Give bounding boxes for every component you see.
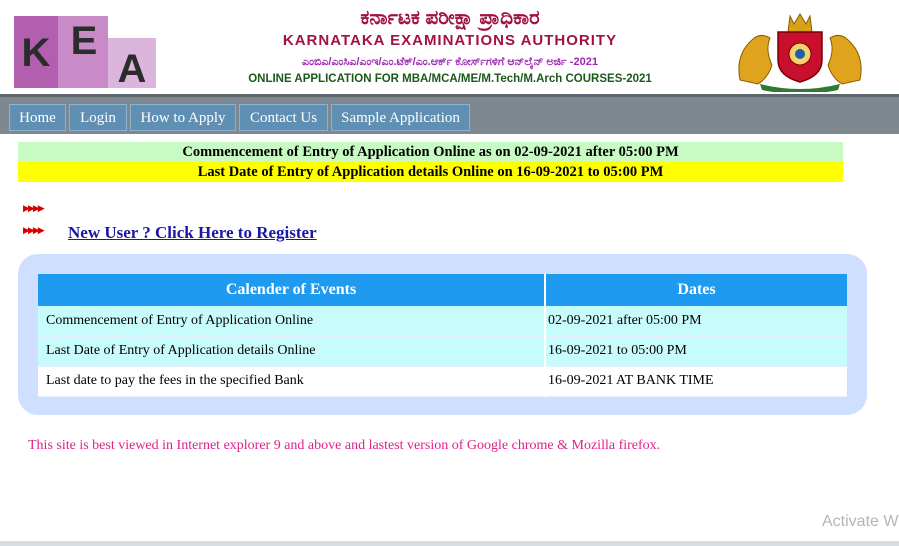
browser-compatibility-note: This site is best viewed in Internet exp… (28, 438, 661, 453)
title-kannada: ಕರ್ನಾಟಕ ಪರೀಕ್ಷಾ ಪ್ರಾಧಿಕಾರ (360, 7, 540, 29)
date-cell: 16-09-2021 to 05:00 PM (545, 336, 847, 367)
nav-login-button[interactable]: Login (69, 104, 127, 131)
activate-windows-watermark: Activate W (822, 513, 899, 530)
calendar-of-events-table: Calender of Events Dates Commencement of… (38, 274, 847, 397)
calendar-panel: Calender of Events Dates Commencement of… (18, 254, 867, 415)
logo-letter-e: E (71, 19, 98, 63)
last-date-notice: Last Date of Entry of Application detail… (18, 162, 843, 182)
subtitle-kannada: ಎಂಬಿಎ/ಎಂಸಿಎ/ಎಂಇ/ಎಂ.ಟೆಕ್/ಎಂ.ಆರ್ಕ್ ಕೋರ್ಸ್‌… (302, 56, 598, 68)
register-link[interactable]: New User ? Click Here to Register (68, 223, 317, 243)
nav-contact-us-button[interactable]: Contact Us (239, 104, 328, 131)
logo-letter-k: K (22, 31, 51, 75)
nav-how-to-apply-button[interactable]: How to Apply (130, 104, 236, 131)
kea-logo: K E A (14, 16, 156, 90)
table-row: Last date to pay the fees in the specifi… (38, 366, 847, 397)
header-title-block: ಕರ್ನಾಟಕ ಪರೀಕ್ಷಾ ಪ್ರಾಧಿಕಾರ KARNATAKA EXAM… (170, 4, 730, 87)
table-row: Commencement of Entry of Application Onl… (38, 306, 847, 337)
karnataka-emblem-icon (738, 13, 862, 92)
logo-letter-a: A (118, 47, 147, 90)
main-navbar: Home Login How to Apply Contact Us Sampl… (0, 94, 899, 134)
date-cell: 16-09-2021 AT BANK TIME (545, 366, 847, 397)
commencement-notice: Commencement of Entry of Application Onl… (18, 142, 843, 162)
table-row: Last Date of Entry of Application detail… (38, 336, 847, 367)
date-cell: 02-09-2021 after 05:00 PM (545, 306, 847, 337)
column-header-events: Calender of Events (38, 274, 546, 306)
title-english: KARNATAKA EXAMINATIONS AUTHORITY (282, 32, 618, 49)
nav-home-button[interactable]: Home (9, 104, 66, 131)
subtitle-english: ONLINE APPLICATION FOR MBA/MCA/ME/M.Tech… (248, 73, 652, 85)
nav-sample-application-button[interactable]: Sample Application (331, 104, 470, 131)
column-header-dates: Dates (545, 274, 847, 306)
event-cell: Last date to pay the fees in the specifi… (38, 366, 546, 397)
site-header: K E A ಕರ್ನಾಟಕ ಪರೀಕ್ಷಾ ಪ್ರಾಧಿಕಾರ KARNATAK… (0, 0, 899, 94)
red-arrow-icon: ▶▶▶▶ (23, 226, 45, 236)
bottom-edge-bar (0, 541, 899, 546)
red-arrow-icon: ▶▶▶▶ (23, 204, 45, 214)
event-cell: Last Date of Entry of Application detail… (38, 336, 546, 367)
table-header-row: Calender of Events Dates (38, 274, 847, 306)
event-cell: Commencement of Entry of Application Onl… (38, 306, 546, 337)
